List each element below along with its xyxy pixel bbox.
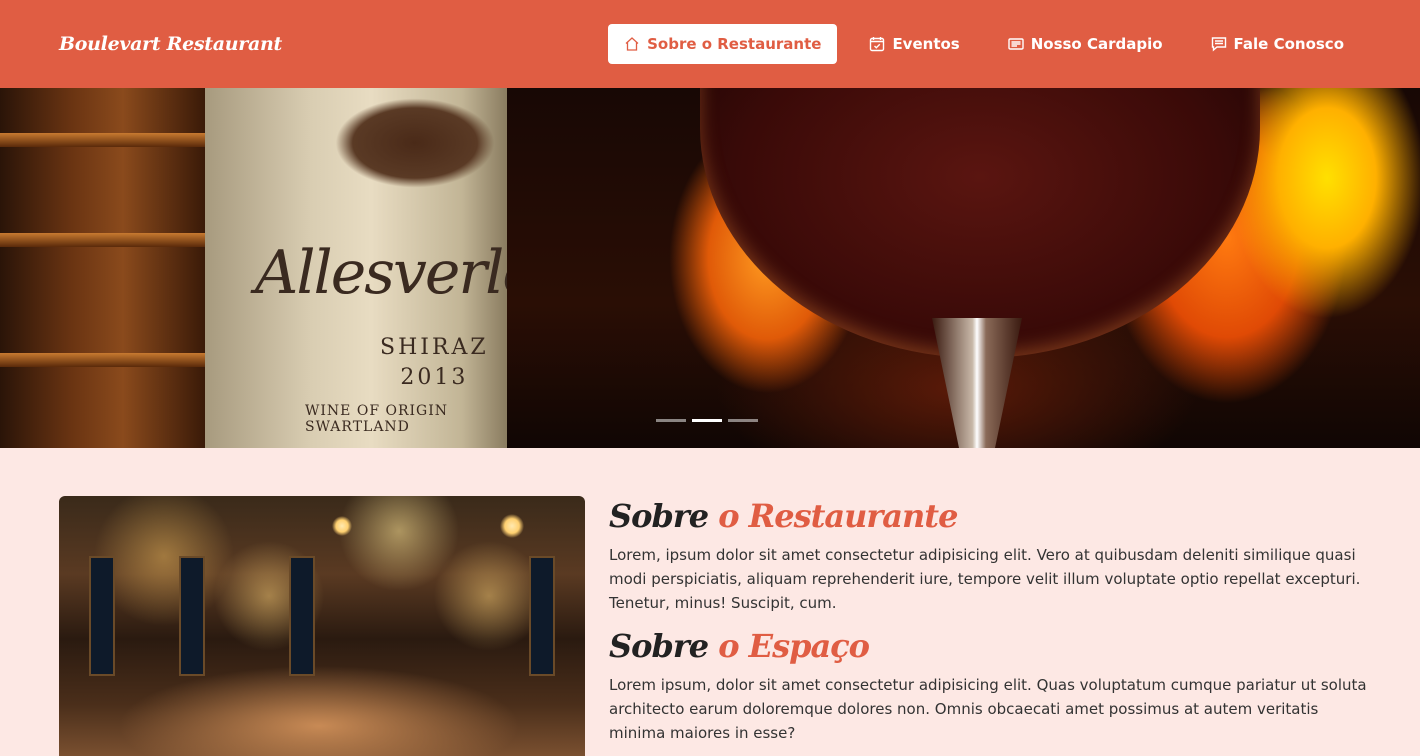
nav-label: Fale Conosco bbox=[1233, 35, 1344, 53]
title-word: Sobre bbox=[609, 627, 709, 665]
about-space-text: Lorem ipsum, dolor sit amet consectetur … bbox=[609, 676, 1367, 742]
chat-text-icon bbox=[1211, 37, 1226, 52]
nav-cardapio[interactable]: Nosso Cardapio bbox=[992, 24, 1179, 64]
photo-window bbox=[89, 556, 115, 676]
card-text-icon bbox=[1008, 38, 1024, 50]
calendar-check-icon bbox=[870, 37, 885, 52]
photo-window bbox=[289, 556, 315, 676]
nav-fale-conosco[interactable]: Fale Conosco bbox=[1195, 24, 1360, 64]
bar-shelf-image bbox=[0, 88, 205, 448]
bottle-origin-label: WINE OF ORIGIN SWARTLAND bbox=[305, 403, 448, 435]
restaurant-interior-photo bbox=[59, 496, 585, 756]
about-restaurant-text: Lorem, ipsum dolor sit amet consectetur … bbox=[609, 546, 1361, 612]
photo-window bbox=[529, 556, 555, 676]
about-restaurant-title: Sobre o Restaurante bbox=[609, 496, 958, 536]
shelf-plank bbox=[0, 133, 205, 147]
nav-eventos[interactable]: Eventos bbox=[853, 24, 975, 64]
title-accent: o Restaurante bbox=[718, 497, 958, 535]
brand-logo[interactable]: Boulevart Restaurant bbox=[59, 33, 282, 55]
main-nav: Sobre o Restaurante Eventos Nosso Cardap… bbox=[608, 24, 1360, 64]
hero-carousel[interactable]: Allesverloren SHIRAZ 2013 WINE OF ORIGIN… bbox=[0, 88, 1420, 448]
nav-label: Nosso Cardapio bbox=[1030, 35, 1163, 53]
nav-sobre-restaurante[interactable]: Sobre o Restaurante bbox=[608, 24, 838, 64]
carousel-indicator-2[interactable] bbox=[692, 419, 722, 422]
photo-window bbox=[179, 556, 205, 676]
home-icon bbox=[625, 37, 639, 51]
navbar: Boulevart Restaurant Sobre o Restaurante… bbox=[0, 0, 1420, 88]
about-space-title: Sobre o Espaço bbox=[609, 626, 870, 666]
bottle-variety-label: SHIRAZ 2013 bbox=[380, 333, 489, 393]
shelf-plank bbox=[0, 233, 205, 247]
carousel-indicator-3[interactable] bbox=[728, 419, 758, 422]
bottle-crest bbox=[335, 98, 495, 188]
shelf-plank bbox=[0, 353, 205, 367]
carousel-indicators bbox=[656, 419, 758, 422]
title-accent: o Espaço bbox=[718, 627, 870, 665]
wine-bottle-image: Allesverloren SHIRAZ 2013 WINE OF ORIGIN… bbox=[205, 88, 635, 448]
nav-label: Eventos bbox=[892, 35, 960, 53]
title-word: Sobre bbox=[609, 497, 709, 535]
carousel-indicator-1[interactable] bbox=[656, 419, 686, 422]
nav-label: Sobre o Restaurante bbox=[647, 35, 822, 53]
bottle-variety: SHIRAZ bbox=[380, 335, 489, 360]
bottle-year: 2013 bbox=[400, 365, 469, 390]
